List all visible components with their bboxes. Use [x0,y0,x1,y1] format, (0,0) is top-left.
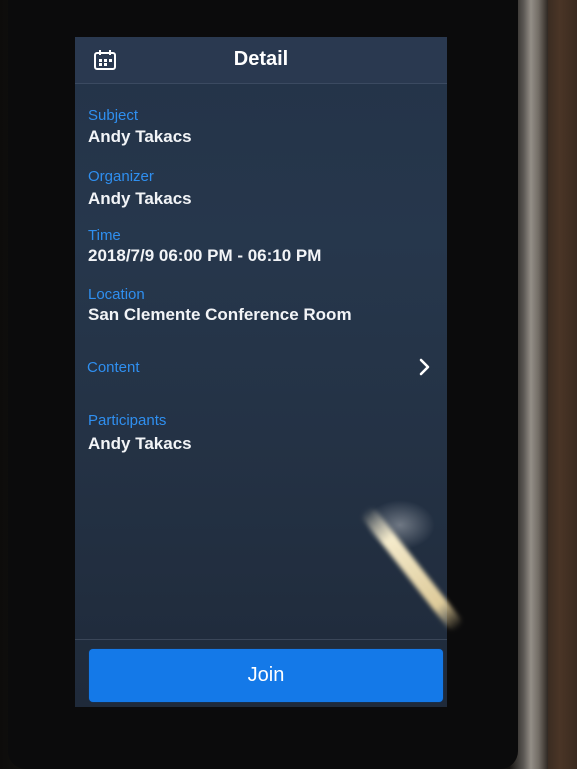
organizer-label: Organizer [88,168,154,185]
location-value: San Clemente Conference Room [88,305,352,324]
time-value: 2018/7/9 06:00 PM - 06:10 PM [88,246,322,265]
organizer-value: Andy Takacs [88,189,192,208]
page-title: Detail [233,48,289,70]
join-button[interactable]: Join [89,649,443,702]
meeting-detail-screen: Detail Subject Andy Takacs Organizer And… [75,37,447,707]
chevron-right-icon [419,358,430,376]
subject-value: Andy Takacs [88,127,192,146]
participants-label: Participants [88,412,167,429]
footer-divider [75,639,447,640]
subject-label: Subject [88,107,139,124]
location-label: Location [88,286,145,303]
time-label: Time [88,227,121,244]
participants-value: Andy Takacs [88,434,192,453]
content-row[interactable]: Content [75,349,447,385]
content-label: Content [87,359,140,376]
title-bar: Detail [75,37,447,84]
